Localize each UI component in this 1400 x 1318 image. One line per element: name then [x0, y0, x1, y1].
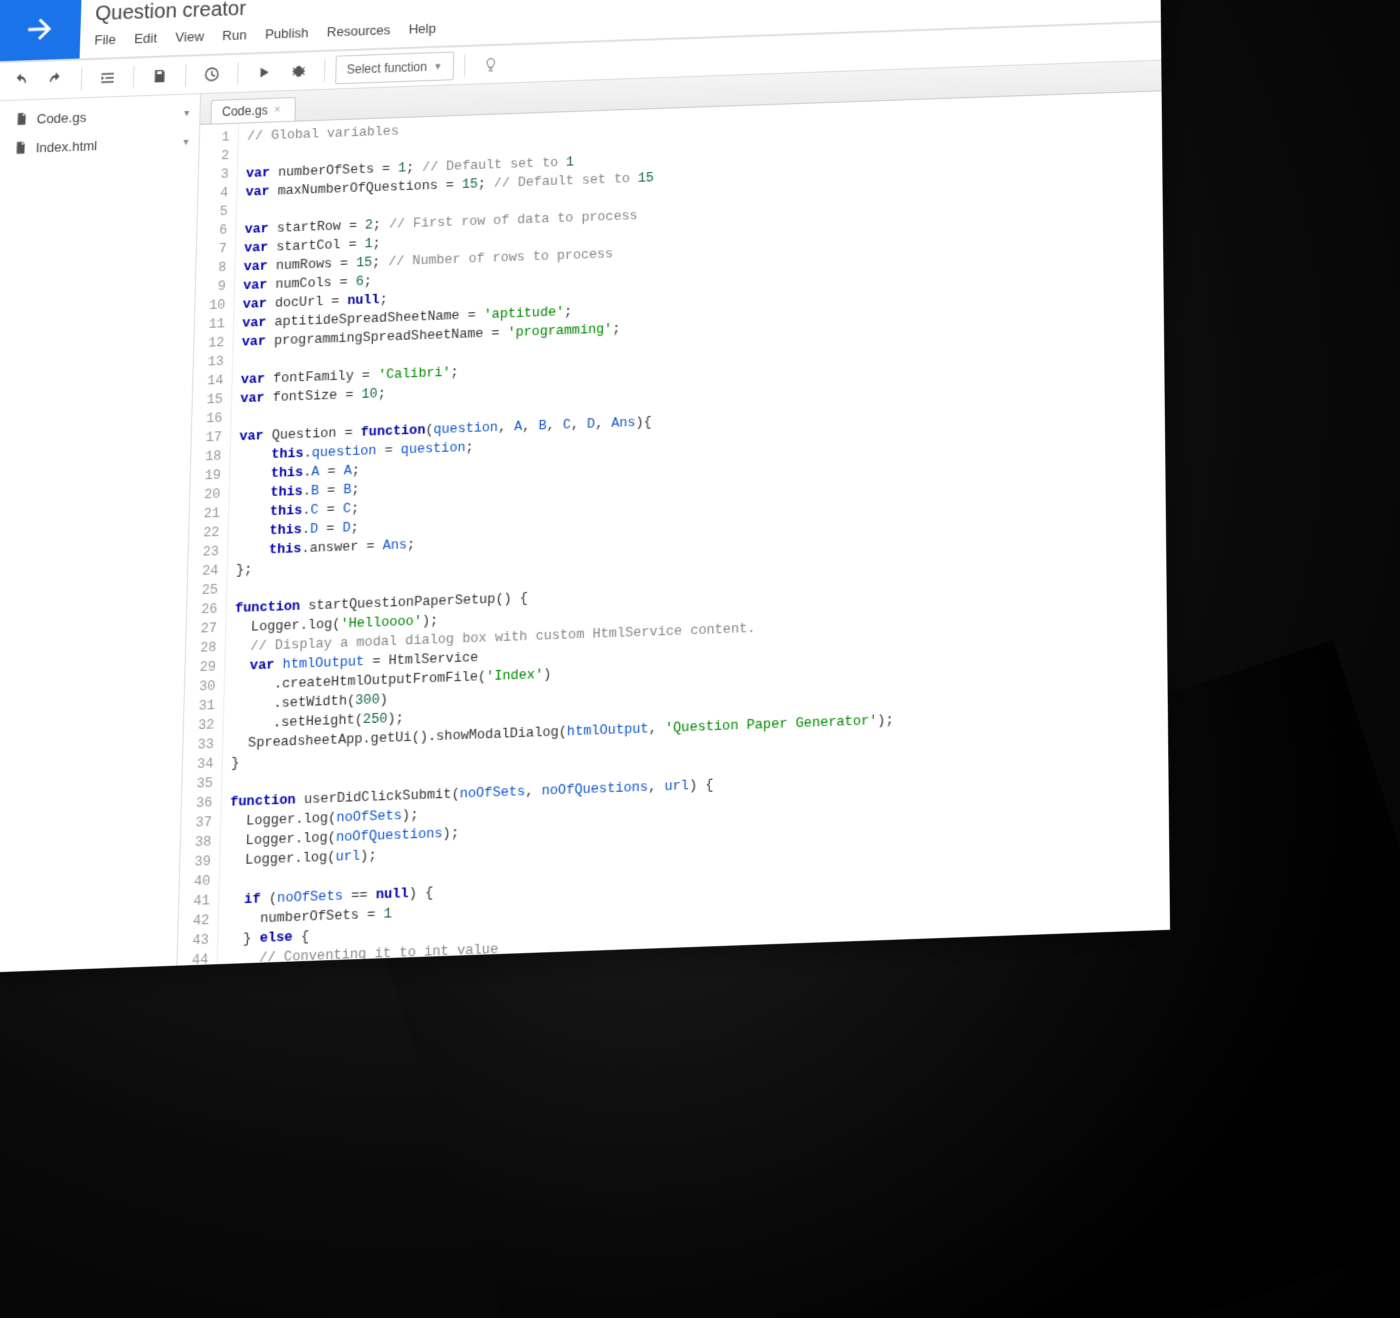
- clock-icon: [203, 66, 220, 83]
- debug-button[interactable]: [283, 56, 314, 86]
- close-icon[interactable]: ×: [274, 104, 281, 117]
- sidebar-file-index-html[interactable]: Index.html ▾: [0, 127, 199, 163]
- bulb-button[interactable]: [475, 50, 506, 80]
- menu-publish[interactable]: Publish: [265, 25, 309, 42]
- chevron-down-icon[interactable]: ▾: [184, 107, 189, 118]
- apps-script-editor: Question creator File Edit View Run Publ…: [0, 0, 1170, 973]
- floppy-icon: [151, 68, 168, 85]
- play-icon: [256, 64, 273, 81]
- back-to-sheets-button[interactable]: [0, 0, 82, 61]
- menu-run[interactable]: Run: [222, 27, 247, 43]
- sidebar-file-label: Code.gs: [37, 109, 87, 126]
- menu-resources[interactable]: Resources: [327, 22, 391, 40]
- menu-view[interactable]: View: [175, 29, 204, 45]
- editor-body: Code.gs ▾ Index.html ▾ Code.gs ×: [0, 61, 1170, 974]
- lightbulb-icon: [482, 56, 499, 73]
- triggers-button[interactable]: [196, 59, 227, 89]
- photo-frame: Question list - Google Sheets 🔒 script.g…: [0, 0, 1400, 1318]
- redo-icon: [47, 71, 64, 88]
- menu-help[interactable]: Help: [409, 20, 437, 36]
- indent-icon: [99, 69, 116, 86]
- code-tab-code-gs[interactable]: Code.gs ×: [211, 97, 297, 124]
- run-button[interactable]: [248, 58, 279, 88]
- menu-edit[interactable]: Edit: [134, 30, 157, 46]
- code-pane: Code.gs × 123456789101112131415161718192…: [174, 61, 1170, 974]
- html-file-icon: [13, 140, 28, 155]
- undo-icon: [12, 72, 29, 89]
- apps-script-file-icon: [14, 111, 29, 126]
- sidebar-file-label: Index.html: [36, 137, 98, 155]
- chevron-down-icon[interactable]: ▾: [183, 136, 188, 148]
- file-sidebar: Code.gs ▾ Index.html ▾: [0, 94, 201, 973]
- select-function-label: Select function: [347, 60, 428, 77]
- code-editor[interactable]: 1234567891011121314151617181920212223242…: [174, 91, 1170, 973]
- redo-button[interactable]: [40, 65, 72, 95]
- undo-button[interactable]: [5, 66, 37, 96]
- code-tab-label: Code.gs: [222, 103, 268, 119]
- chevron-down-icon: ▼: [433, 61, 442, 72]
- laptop-screen: Question list - Google Sheets 🔒 script.g…: [0, 0, 1170, 973]
- select-function-dropdown[interactable]: Select function ▼: [335, 52, 454, 85]
- bug-icon: [290, 63, 307, 80]
- menu-file[interactable]: File: [94, 32, 116, 48]
- save-button[interactable]: [144, 61, 175, 91]
- indent-button[interactable]: [92, 63, 124, 93]
- arrow-right-icon: [22, 11, 58, 47]
- code-text[interactable]: // Global variables var numberOfSets = 1…: [214, 100, 902, 973]
